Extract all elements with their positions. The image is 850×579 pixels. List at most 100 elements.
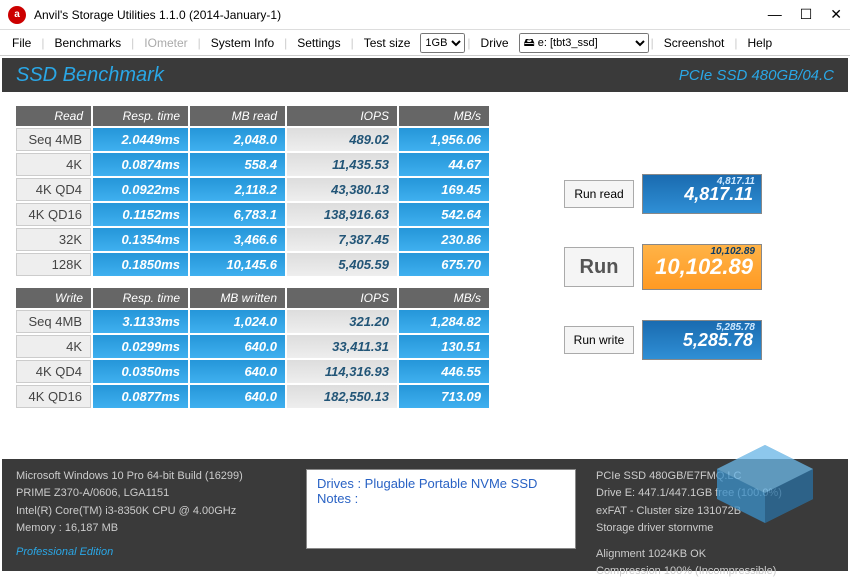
read-mbs: 44.67: [399, 153, 489, 176]
read-iops: 138,916.63: [287, 203, 397, 226]
footer: Microsoft Windows 10 Pro 64-bit Build (1…: [2, 459, 848, 571]
write-row: Seq 4MB3.1133ms1,024.0321.201,284.82: [16, 310, 489, 333]
write-score-small: 5,285.78: [716, 322, 755, 333]
notes-drives: Drives : Plugable Portable NVMe SSD: [317, 476, 565, 491]
read-row: Seq 4MB2.0449ms2,048.0489.021,956.06: [16, 128, 489, 151]
read-mbs: 230.86: [399, 228, 489, 251]
run-write-button[interactable]: Run write: [564, 326, 634, 354]
read-mb: 2,048.0: [190, 128, 285, 151]
device-name: PCIe SSD 480GB/04.C: [679, 67, 834, 84]
maximize-button[interactable]: ☐: [800, 6, 813, 23]
write-label: 4K QD16: [16, 385, 91, 408]
sys-mem: Memory : 16,187 MB: [16, 521, 286, 536]
read-iops: 11,435.53: [287, 153, 397, 176]
testsize-select[interactable]: 1GB: [420, 33, 465, 53]
write-mb: 640.0: [190, 360, 285, 383]
read-row: 4K QD160.1152ms6,783.1138,916.63542.64: [16, 203, 489, 226]
menu-file[interactable]: File: [4, 34, 39, 52]
menu-sysinfo[interactable]: System Info: [203, 34, 282, 52]
read-mbs: 542.64: [399, 203, 489, 226]
write-iops: 33,411.31: [287, 335, 397, 358]
read-mb: 10,145.6: [190, 253, 285, 276]
write-label: 4K: [16, 335, 91, 358]
write-row: 4K0.0299ms640.033,411.31130.51: [16, 335, 489, 358]
read-h2: MB read: [190, 106, 285, 126]
read-resp: 0.0922ms: [93, 178, 188, 201]
window-title: Anvil's Storage Utilities 1.1.0 (2014-Ja…: [34, 8, 768, 22]
actions-panel: Run read 4,817.11 4,817.11 Run 10,102.89…: [564, 174, 762, 360]
read-iops: 7,387.45: [287, 228, 397, 251]
content: Read Resp. time MB read IOPS MB/s Seq 4M…: [0, 94, 850, 428]
write-h1: Resp. time: [93, 288, 188, 308]
drive-select[interactable]: 🖴 e: [tbt3_ssd]: [519, 33, 649, 53]
read-mbs: 169.45: [399, 178, 489, 201]
write-label: 4K QD4: [16, 360, 91, 383]
write-resp: 3.1133ms: [93, 310, 188, 333]
menu-screenshot[interactable]: Screenshot: [656, 34, 733, 52]
menubar: File| Benchmarks| IOmeter| System Info| …: [0, 30, 850, 56]
read-resp: 0.1850ms: [93, 253, 188, 276]
read-score: 4,817.11 4,817.11: [642, 174, 762, 214]
read-iops: 5,405.59: [287, 253, 397, 276]
drive-label: Drive: [473, 34, 517, 52]
write-mbs: 713.09: [399, 385, 489, 408]
sys-os: Microsoft Windows 10 Pro 64-bit Build (1…: [16, 469, 286, 484]
dev-align: Alignment 1024KB OK: [596, 547, 706, 562]
menu-benchmarks[interactable]: Benchmarks: [46, 34, 129, 52]
menu-settings[interactable]: Settings: [289, 34, 348, 52]
dev-driver: Storage driver stornvme: [596, 521, 713, 536]
write-h3: IOPS: [287, 288, 397, 308]
write-label: Seq 4MB: [16, 310, 91, 333]
read-h4: MB/s: [399, 106, 489, 126]
read-h1: Resp. time: [93, 106, 188, 126]
read-mb: 558.4: [190, 153, 285, 176]
dev-compr: Compression 100% (Incompressible): [596, 564, 776, 579]
write-row: 4K QD160.0877ms640.0182,550.13713.09: [16, 385, 489, 408]
read-resp: 2.0449ms: [93, 128, 188, 151]
dev-model: PCIe SSD 480GB/E7FMQ.LC: [596, 469, 742, 484]
menu-iometer[interactable]: IOmeter: [136, 34, 195, 52]
write-mbs: 130.51: [399, 335, 489, 358]
close-button[interactable]: ✕: [830, 6, 842, 23]
read-row: 128K0.1850ms10,145.65,405.59675.70: [16, 253, 489, 276]
read-label: 4K QD4: [16, 178, 91, 201]
notes-notes: Notes :: [317, 491, 565, 506]
run-button[interactable]: Run: [564, 247, 634, 287]
write-mb: 640.0: [190, 385, 285, 408]
header-bar: SSD Benchmark PCIe SSD 480GB/04.C: [2, 58, 848, 92]
read-h3: IOPS: [287, 106, 397, 126]
read-mbs: 1,956.06: [399, 128, 489, 151]
write-iops: 182,550.13: [287, 385, 397, 408]
read-label: Seq 4MB: [16, 128, 91, 151]
notes-box[interactable]: Drives : Plugable Portable NVMe SSD Note…: [306, 469, 576, 549]
total-score: 10,102.89 10,102.89: [642, 244, 762, 290]
write-iops: 321.20: [287, 310, 397, 333]
read-label: 32K: [16, 228, 91, 251]
read-row: 4K0.0874ms558.411,435.5344.67: [16, 153, 489, 176]
menu-help[interactable]: Help: [740, 34, 781, 52]
titlebar: a Anvil's Storage Utilities 1.1.0 (2014-…: [0, 0, 850, 30]
read-score-small: 4,817.11: [717, 176, 755, 187]
read-table: Read Resp. time MB read IOPS MB/s Seq 4M…: [14, 104, 491, 278]
write-mb: 1,024.0: [190, 310, 285, 333]
read-mb: 6,783.1: [190, 203, 285, 226]
read-label: 4K QD16: [16, 203, 91, 226]
dev-free: Drive E: 447.1/447.1GB free (100.0%): [596, 486, 782, 501]
edition-label: Professional Edition: [16, 545, 286, 560]
write-row: 4K QD40.0350ms640.0114,316.93446.55: [16, 360, 489, 383]
sys-mb: PRIME Z370-A/0606, LGA1151: [16, 486, 286, 501]
read-label: 128K: [16, 253, 91, 276]
write-resp: 0.0350ms: [93, 360, 188, 383]
write-table: Write Resp. time MB written IOPS MB/s Se…: [14, 286, 491, 410]
read-row: 32K0.1354ms3,466.67,387.45230.86: [16, 228, 489, 251]
testsize-label: Test size: [356, 34, 419, 52]
write-resp: 0.0877ms: [93, 385, 188, 408]
minimize-button[interactable]: —: [768, 6, 782, 23]
sys-cpu: Intel(R) Core(TM) i3-8350K CPU @ 4.00GHz: [16, 504, 286, 519]
run-read-button[interactable]: Run read: [564, 180, 634, 208]
read-mbs: 675.70: [399, 253, 489, 276]
write-resp: 0.0299ms: [93, 335, 188, 358]
read-iops: 489.02: [287, 128, 397, 151]
write-h4: MB/s: [399, 288, 489, 308]
write-mb: 640.0: [190, 335, 285, 358]
